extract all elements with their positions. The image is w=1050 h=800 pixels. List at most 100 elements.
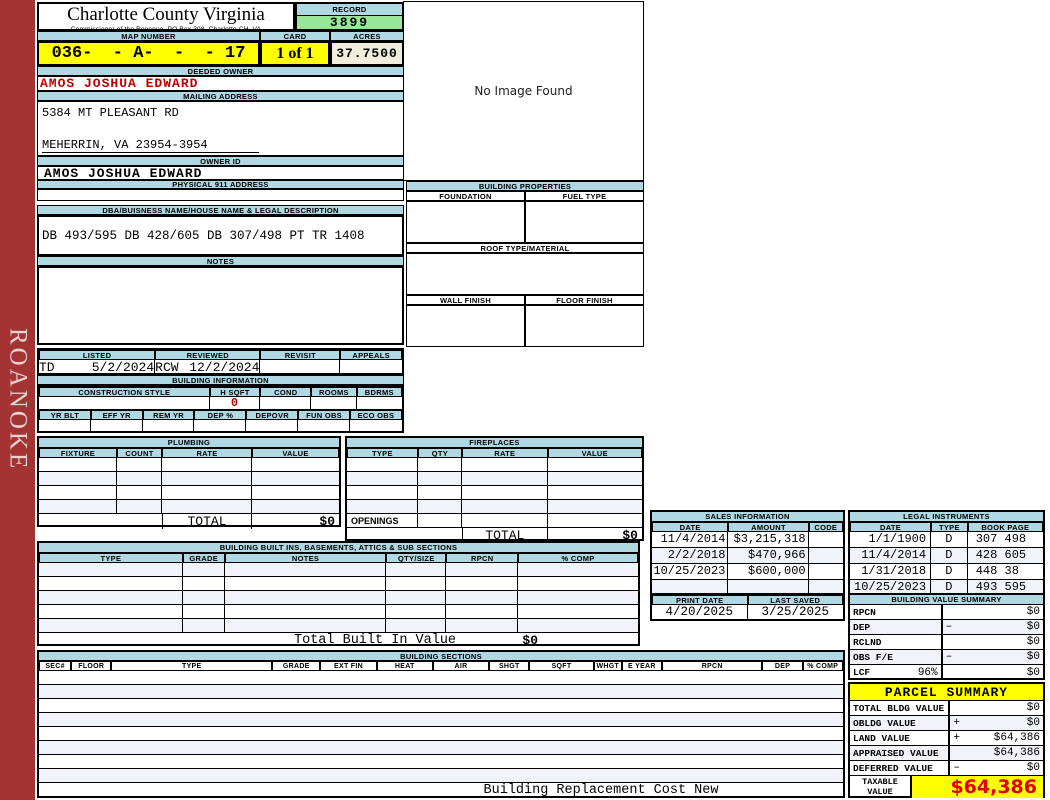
legal-instruments-table: LEGAL INSTRUMENTS DATE TYPE BOOK PAGE 1/… [848, 510, 1045, 596]
sale-amount: $470,966 [728, 548, 809, 563]
bs-col-rpcn: RPCN [661, 661, 763, 671]
notes-label: NOTES [37, 256, 404, 266]
fireplaces-col-type: TYPE [347, 448, 418, 458]
ps-value: $0 [1026, 762, 1040, 774]
bdrms-value [357, 397, 402, 409]
built-ins-col-rpcn: RPCN [446, 553, 519, 563]
county-header: Charlotte County Virginia Commissioner o… [37, 2, 295, 33]
legal-description-value: DB 493/595 DB 428/605 DB 307/498 PT TR 1… [42, 228, 365, 243]
building-properties: BUILDING PROPERTIES FOUNDATION FUEL TYPE… [406, 181, 644, 347]
built-ins-table: BUILDING BUILT INS, BASEMENTS, ATTICS & … [37, 541, 640, 648]
legal-bookpage: 448 38 [975, 564, 1019, 578]
plumbing-total-label: TOTAL [162, 514, 252, 529]
bvs-pct: 96% [917, 666, 938, 679]
legal-description-label: DBA/BUISNESS NAME/HOUSE NAME & LEGAL DES… [37, 205, 404, 215]
bvs-op: – [945, 651, 953, 663]
bvs-label: RCLND [853, 636, 882, 648]
bs-col-grade: GRADE [272, 661, 321, 671]
building-value-summary: BUILDING VALUE SUMMARY RPCN $0 DEP – $0 [848, 593, 1045, 680]
mailing-address-label: MAILING ADDRESS [37, 91, 404, 101]
owner-id-value: AMOS JOSHUA EDWARD [44, 165, 203, 181]
fireplaces-row [347, 486, 642, 500]
building-sections-row [39, 727, 843, 741]
building-info-header-row2: YR BLT EFF YR REM YR DEP % DEPOVR FUN OB… [39, 410, 402, 420]
building-info-value-row1: 0 [39, 397, 402, 410]
legal-date: 1/1/1900 [850, 532, 932, 547]
sale-amount: $600,000 [728, 564, 809, 579]
sale-date: 2/2/2018 [652, 548, 729, 563]
deeded-owner-value: AMOS JOSHUA EDWARD [40, 76, 199, 91]
ps-value: $0 [1026, 702, 1040, 714]
parcel-summary-row: DEFERRED VALUE – $0 [850, 761, 1043, 776]
map-number-value: 036- - A- - - 17 [37, 41, 260, 66]
building-sections-row [39, 741, 843, 755]
parcel-summary-row: OBLDG VALUE + $0 [850, 716, 1043, 731]
print-date-value: 4/20/2025 [652, 605, 748, 619]
revisit-label: REVISIT [260, 350, 341, 360]
plumbing-row [39, 458, 339, 472]
parcel-summary-row: APPRAISED VALUE $64,386 [850, 746, 1043, 761]
fireplaces-openings-row: OPENINGS [347, 514, 642, 528]
ps-value: $0 [1026, 717, 1040, 729]
legal-type: D [931, 564, 968, 579]
bvs-value: $0 [1026, 621, 1040, 633]
built-ins-row [39, 591, 638, 605]
sales-col-code: CODE [808, 522, 843, 532]
legal-type: D [931, 532, 968, 547]
foundation-value [406, 201, 525, 243]
map-value-row: 036- - A- - - 17 1 of 1 37.7500 [37, 41, 404, 66]
legal-row: 11/4/2014 D 428 605 [850, 548, 1043, 564]
ps-label: LAND VALUE [850, 731, 951, 745]
building-properties-title: BUILDING PROPERTIES [406, 181, 644, 191]
bvs-label: OBS F/E [853, 651, 893, 663]
building-sections-header-row: SEC# FLOOR TYPE GRADE EXT FIN HEAT AIR S… [39, 661, 843, 671]
owner-id-box: AMOS JOSHUA EDWARD [37, 165, 404, 181]
taxable-value-row: TAXABLE VALUE $64,386 [850, 776, 1043, 798]
sales-col-date: DATE [652, 522, 729, 532]
banner-vertical-text: ROANOKE [4, 328, 32, 472]
sales-header-row: DATE AMOUNT CODE [652, 522, 843, 532]
record-box: RECORD 3899 [295, 2, 404, 31]
bvs-op: – [945, 621, 953, 633]
acres-label: ACRES [330, 31, 404, 41]
building-information-table: CONSTRUCTION STYLE H SQFT COND ROOMS BDR… [37, 385, 404, 433]
print-info-table: PRINT DATE LAST SAVED 4/20/2025 3/25/202… [650, 593, 845, 621]
fireplaces-header-row: TYPE QTY RATE VALUE [347, 448, 642, 458]
cond-label: COND [260, 387, 312, 397]
notes-box [37, 266, 404, 345]
eff-yr-label: EFF YR [90, 410, 143, 420]
sale-code [809, 548, 843, 563]
built-ins-col-notes: NOTES [224, 553, 387, 563]
legal-bookpage: 428 605 [975, 548, 1027, 562]
bvs-label: DEP [853, 621, 871, 633]
fireplaces-row [347, 458, 642, 472]
built-ins-col-comp: % COMP [518, 553, 638, 563]
plumbing-col-count: COUNT [117, 448, 162, 458]
building-sections-row [39, 769, 843, 783]
bvs-value: $0 [1026, 636, 1040, 648]
built-ins-row [39, 619, 638, 633]
plumbing-table: PLUMBING FIXTURE COUNT RATE VALUE TOTAL … [37, 436, 341, 529]
parcel-summary-title: PARCEL SUMMARY [850, 684, 1043, 701]
bvs-label: LCF [853, 667, 871, 678]
fuel-type-label: FUEL TYPE [525, 191, 644, 201]
bs-col-extfin: EXT FIN [320, 661, 377, 671]
legal-col-bookpage: BOOK PAGE [967, 522, 1043, 532]
no-image-text: No Image Found [474, 84, 573, 98]
sale-date: 11/4/2014 [652, 532, 729, 547]
built-ins-col-type: TYPE [39, 553, 183, 563]
card-label: CARD [260, 31, 330, 41]
roof-value [406, 253, 644, 295]
plumbing-total-row: TOTAL $0 [39, 514, 339, 529]
appeals-cell [340, 360, 402, 373]
deeded-owner-value-box: AMOS JOSHUA EDWARD [37, 76, 404, 91]
building-replacement-footer: Building Replacement Cost New [483, 783, 719, 798]
building-information-title: BUILDING INFORMATION [37, 375, 404, 385]
sales-row: 10/25/2023 $600,000 [652, 564, 843, 580]
building-sections-row [39, 713, 843, 727]
print-date-label: PRINT DATE [652, 595, 748, 605]
building-sections-row [39, 671, 843, 685]
plumbing-row [39, 486, 339, 500]
building-sections-row [39, 685, 843, 699]
ps-value: $64,386 [993, 732, 1040, 744]
